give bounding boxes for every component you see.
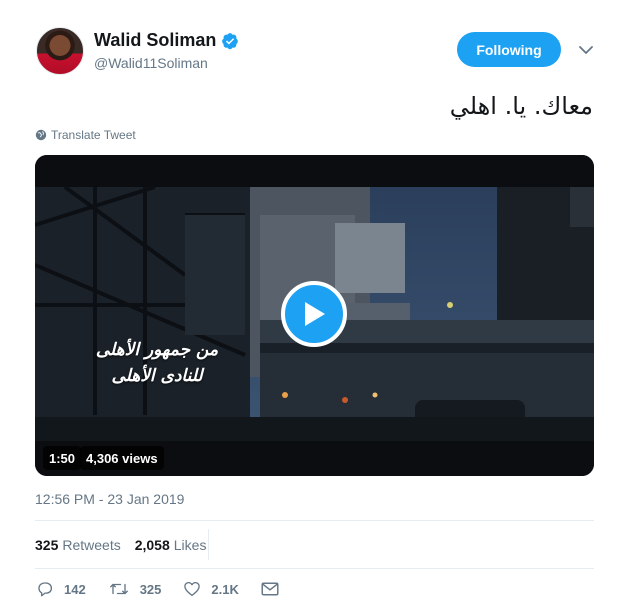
video-player[interactable]: من جمهور الأهلى للنادى الأهلى 1:50 4,306…: [35, 155, 594, 476]
likes-count: 2,058: [134, 536, 170, 553]
chevron-down-icon[interactable]: [578, 42, 594, 58]
engagement-stats: 325 Retweets 2,058 Likes: [35, 521, 594, 568]
author-avatar[interactable]: [36, 27, 84, 75]
verified-badge-icon: [221, 32, 239, 50]
like-action[interactable]: 2.1K: [183, 580, 239, 598]
direct-message-action[interactable]: [261, 581, 289, 597]
reply-count: 142: [64, 581, 86, 597]
video-duration-badge: 1:50: [43, 446, 82, 470]
heart-icon: [184, 581, 201, 597]
action-bar: 142 325 2.1K: [36, 580, 311, 598]
retweets-count: 325: [35, 536, 59, 553]
author-handle[interactable]: @Walid11Soliman: [94, 55, 208, 71]
overlay-line-1: من جمهور الأهلى: [95, 340, 219, 360]
stats-separator: [208, 529, 209, 560]
retweet-count: 325: [139, 581, 162, 597]
reply-action[interactable]: 142: [36, 580, 86, 598]
video-views-badge: 4,306 views: [80, 446, 164, 470]
envelope-icon: [261, 582, 279, 596]
author-display-name[interactable]: Walid Soliman: [94, 30, 216, 51]
likes-label: Likes: [173, 536, 207, 553]
following-button[interactable]: Following: [457, 32, 561, 67]
tweet-timestamp[interactable]: 12:56 PM - 23 Jan 2019: [35, 491, 184, 507]
play-icon: [305, 302, 325, 326]
video-overlay-caption: من جمهور الأهلى للنادى الأهلى: [87, 337, 227, 389]
retweets-label: Retweets: [62, 536, 121, 553]
play-button[interactable]: [281, 281, 347, 347]
divider-bottom: [35, 568, 594, 569]
overlay-line-2: للنادى الأهلى: [111, 366, 203, 386]
tweet-text: معاك. يا. اهلي: [449, 92, 593, 120]
retweets-stat[interactable]: 325 Retweets: [35, 537, 135, 553]
globe-icon: [35, 129, 47, 141]
author-name-row: Walid Soliman: [94, 30, 239, 51]
reply-icon: [38, 582, 53, 597]
like-count: 2.1K: [211, 581, 239, 597]
translate-tweet-link[interactable]: Translate Tweet: [35, 128, 136, 142]
retweet-action[interactable]: 325: [108, 580, 162, 598]
retweet-icon: [109, 583, 128, 595]
translate-tweet-label: Translate Tweet: [51, 128, 136, 142]
